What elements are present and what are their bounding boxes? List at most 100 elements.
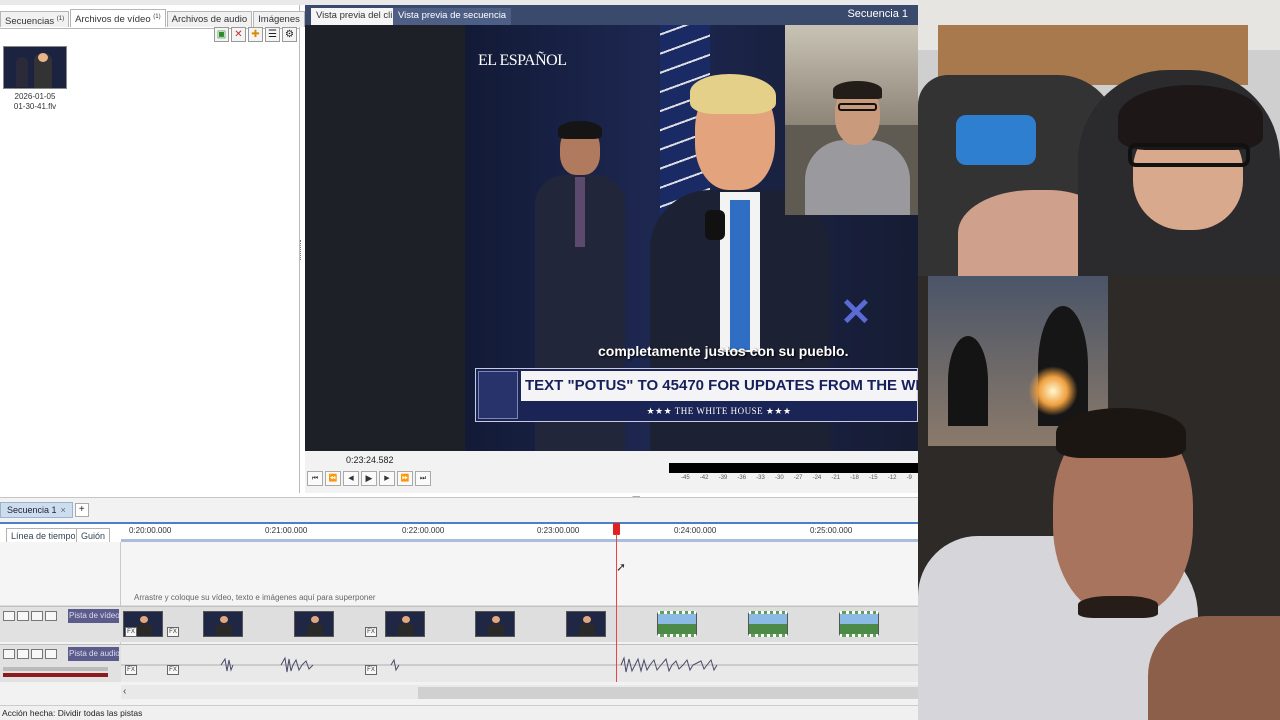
tab-storyboard[interactable]: Guión (76, 528, 111, 543)
volume-slider[interactable] (3, 667, 108, 671)
inset-hair (833, 81, 882, 99)
thumbnail-figure (34, 53, 52, 88)
inset-hoodie (805, 140, 910, 215)
visibility-icon[interactable] (17, 611, 29, 621)
import-icon[interactable]: ▣ (214, 27, 229, 42)
scroll-left-icon[interactable]: ‹ (123, 686, 126, 697)
meter-tick: -9 (906, 475, 912, 481)
video-clip[interactable] (475, 611, 515, 637)
settings-icon[interactable]: ⚙ (282, 27, 297, 42)
video-clip[interactable] (385, 611, 425, 637)
video-clip[interactable] (203, 611, 243, 637)
fx-button[interactable]: FX (365, 627, 377, 637)
ruler-label: 0:23:00.000 (537, 526, 580, 535)
person-tie (575, 177, 585, 247)
cam-palm (948, 336, 988, 426)
news-logo: EL ESPAÑOL (478, 52, 567, 69)
meter-tick: -24 (812, 475, 822, 481)
overlay-drop-area[interactable]: Arrastre y coloque su vídeo, texto e imá… (0, 542, 918, 606)
cam-person-hair (1056, 408, 1186, 458)
lock-icon[interactable] (45, 649, 57, 659)
thumbnail-figure (16, 57, 28, 87)
video-file-thumbnail[interactable] (3, 46, 67, 89)
play-button[interactable]: ▶ (361, 471, 377, 486)
status-bar: Acción hecha: Dividir todas las pistas (0, 705, 918, 720)
tab-archivos-video[interactable]: Archivos de vídeo (1) (70, 9, 166, 27)
close-icon[interactable]: × (61, 505, 66, 515)
video-track-label: Pista de vídeo (68, 609, 119, 623)
video-clip[interactable] (566, 611, 606, 637)
lock-icon[interactable] (45, 611, 57, 621)
news-banner: TEXT "POTUS" TO 45470 FOR UPDATES FROM T… (475, 368, 918, 422)
video-track-header: Pista de vídeo (0, 607, 121, 642)
ruler-label: 0:25:00.000 (810, 526, 853, 535)
tab-timeline[interactable]: Línea de tiempo (6, 528, 81, 543)
previous-clip-button[interactable]: ⏪ (325, 471, 341, 486)
effects-icon[interactable] (31, 649, 43, 659)
tab-archivos-audio[interactable]: Archivos de audio (166, 11, 253, 27)
fx-button[interactable]: FX (125, 627, 137, 637)
delete-icon[interactable]: ✕ (231, 27, 246, 42)
banner-sub-text: ★★★ THE WHITE HOUSE ★★★ (646, 406, 792, 416)
fx-button[interactable]: FX (167, 627, 179, 637)
video-track[interactable]: Pista de vídeo FX FX FX (0, 606, 918, 642)
add-sequence-button[interactable]: + (74, 503, 89, 517)
audio-track-label: Pista de audio (68, 647, 119, 661)
video-file-name: 2026-01-05 01-30-41.flv (4, 92, 66, 112)
fx-button[interactable]: FX (125, 665, 137, 675)
tab-clip-preview[interactable]: Vista previa del clip (311, 8, 403, 25)
timecode: 0:23:24.582 (346, 455, 394, 465)
meter-tick: -42 (699, 475, 709, 481)
tab-secuencias[interactable]: Secuencias (1) (0, 11, 70, 27)
scrollbar-thumb[interactable] (418, 687, 918, 699)
effects-icon[interactable] (31, 611, 43, 621)
meter-tick: -12 (887, 475, 897, 481)
preview-panel: Vista previa del clip Vista previa de se… (305, 5, 918, 493)
timeline-scrollbar[interactable]: ‹ (121, 685, 918, 699)
banner-main-text: TEXT "POTUS" TO 45470 FOR UPDATES FROM T… (521, 371, 918, 401)
speaker-icon[interactable] (17, 649, 29, 659)
app-window: Secuencias (1) Archivos de vídeo (1) Arc… (0, 0, 1280, 720)
image-clip[interactable] (748, 611, 788, 637)
sequence-tabbar: Secuencia 1 × + (0, 502, 89, 518)
pan-slider[interactable] (3, 673, 108, 677)
preview-tabbar: Vista previa del clip Vista previa de se… (305, 5, 918, 25)
cam-bucket (956, 115, 1036, 165)
meter-tick: -27 (793, 475, 803, 481)
image-clip[interactable] (657, 611, 697, 637)
ruler-label: 0:24:00.000 (674, 526, 717, 535)
fx-button[interactable]: FX (365, 665, 377, 675)
meter-scale: -45 -42 -39 -36 -33 -30 -27 -24 -21 -18 … (669, 475, 918, 481)
cam-person-glasses (1128, 143, 1250, 167)
media-tabs: Secuencias (1) Archivos de vídeo (1) Arc… (0, 9, 322, 29)
time-ruler[interactable]: 0:20:00.000 0:21:00.000 0:22:00.000 0:23… (121, 524, 918, 540)
media-panel: Secuencias (1) Archivos de vídeo (1) Arc… (0, 5, 322, 493)
step-back-button[interactable]: ◀ (343, 471, 359, 486)
step-forward-button[interactable]: ▶ (379, 471, 395, 486)
track-controls (3, 649, 57, 659)
go-to-start-button[interactable]: ⏮ (307, 471, 323, 486)
transport-buttons: ⏮ ⏪ ◀ ▶ ▶ ⏩ ⏭ (307, 471, 431, 486)
audio-level-meter (669, 463, 918, 473)
cam-firework (1028, 366, 1078, 416)
next-clip-button[interactable]: ⏩ (397, 471, 413, 486)
audio-track[interactable]: Pista de audio FX FX FX (0, 644, 918, 682)
image-clip[interactable] (839, 611, 879, 637)
video-clip[interactable] (294, 611, 334, 637)
add-icon[interactable]: ✚ (248, 27, 263, 42)
timeline-panel: Secuencia 1 × + Línea de tiempo Guión 0:2… (0, 497, 918, 705)
cam-person-hair (1118, 85, 1263, 150)
tab-sequence-preview[interactable]: Vista previa de secuencia (393, 8, 512, 25)
fx-button[interactable]: FX (167, 665, 179, 675)
meter-tick: -21 (831, 475, 841, 481)
sequence-label: Secuencia 1 (847, 8, 908, 20)
tab-imagenes[interactable]: Imágenes (253, 11, 305, 27)
inset-glasses (838, 103, 877, 111)
tab-sequence-1[interactable]: Secuencia 1 × (0, 502, 73, 518)
mouse-cursor-icon: ➚ (616, 560, 627, 574)
monitor-icon[interactable] (3, 611, 15, 621)
go-to-end-button[interactable]: ⏭ (415, 471, 431, 486)
meter-tick: -45 (681, 475, 690, 481)
list-view-icon[interactable]: ☰ (265, 27, 280, 42)
monitor-icon[interactable] (3, 649, 15, 659)
